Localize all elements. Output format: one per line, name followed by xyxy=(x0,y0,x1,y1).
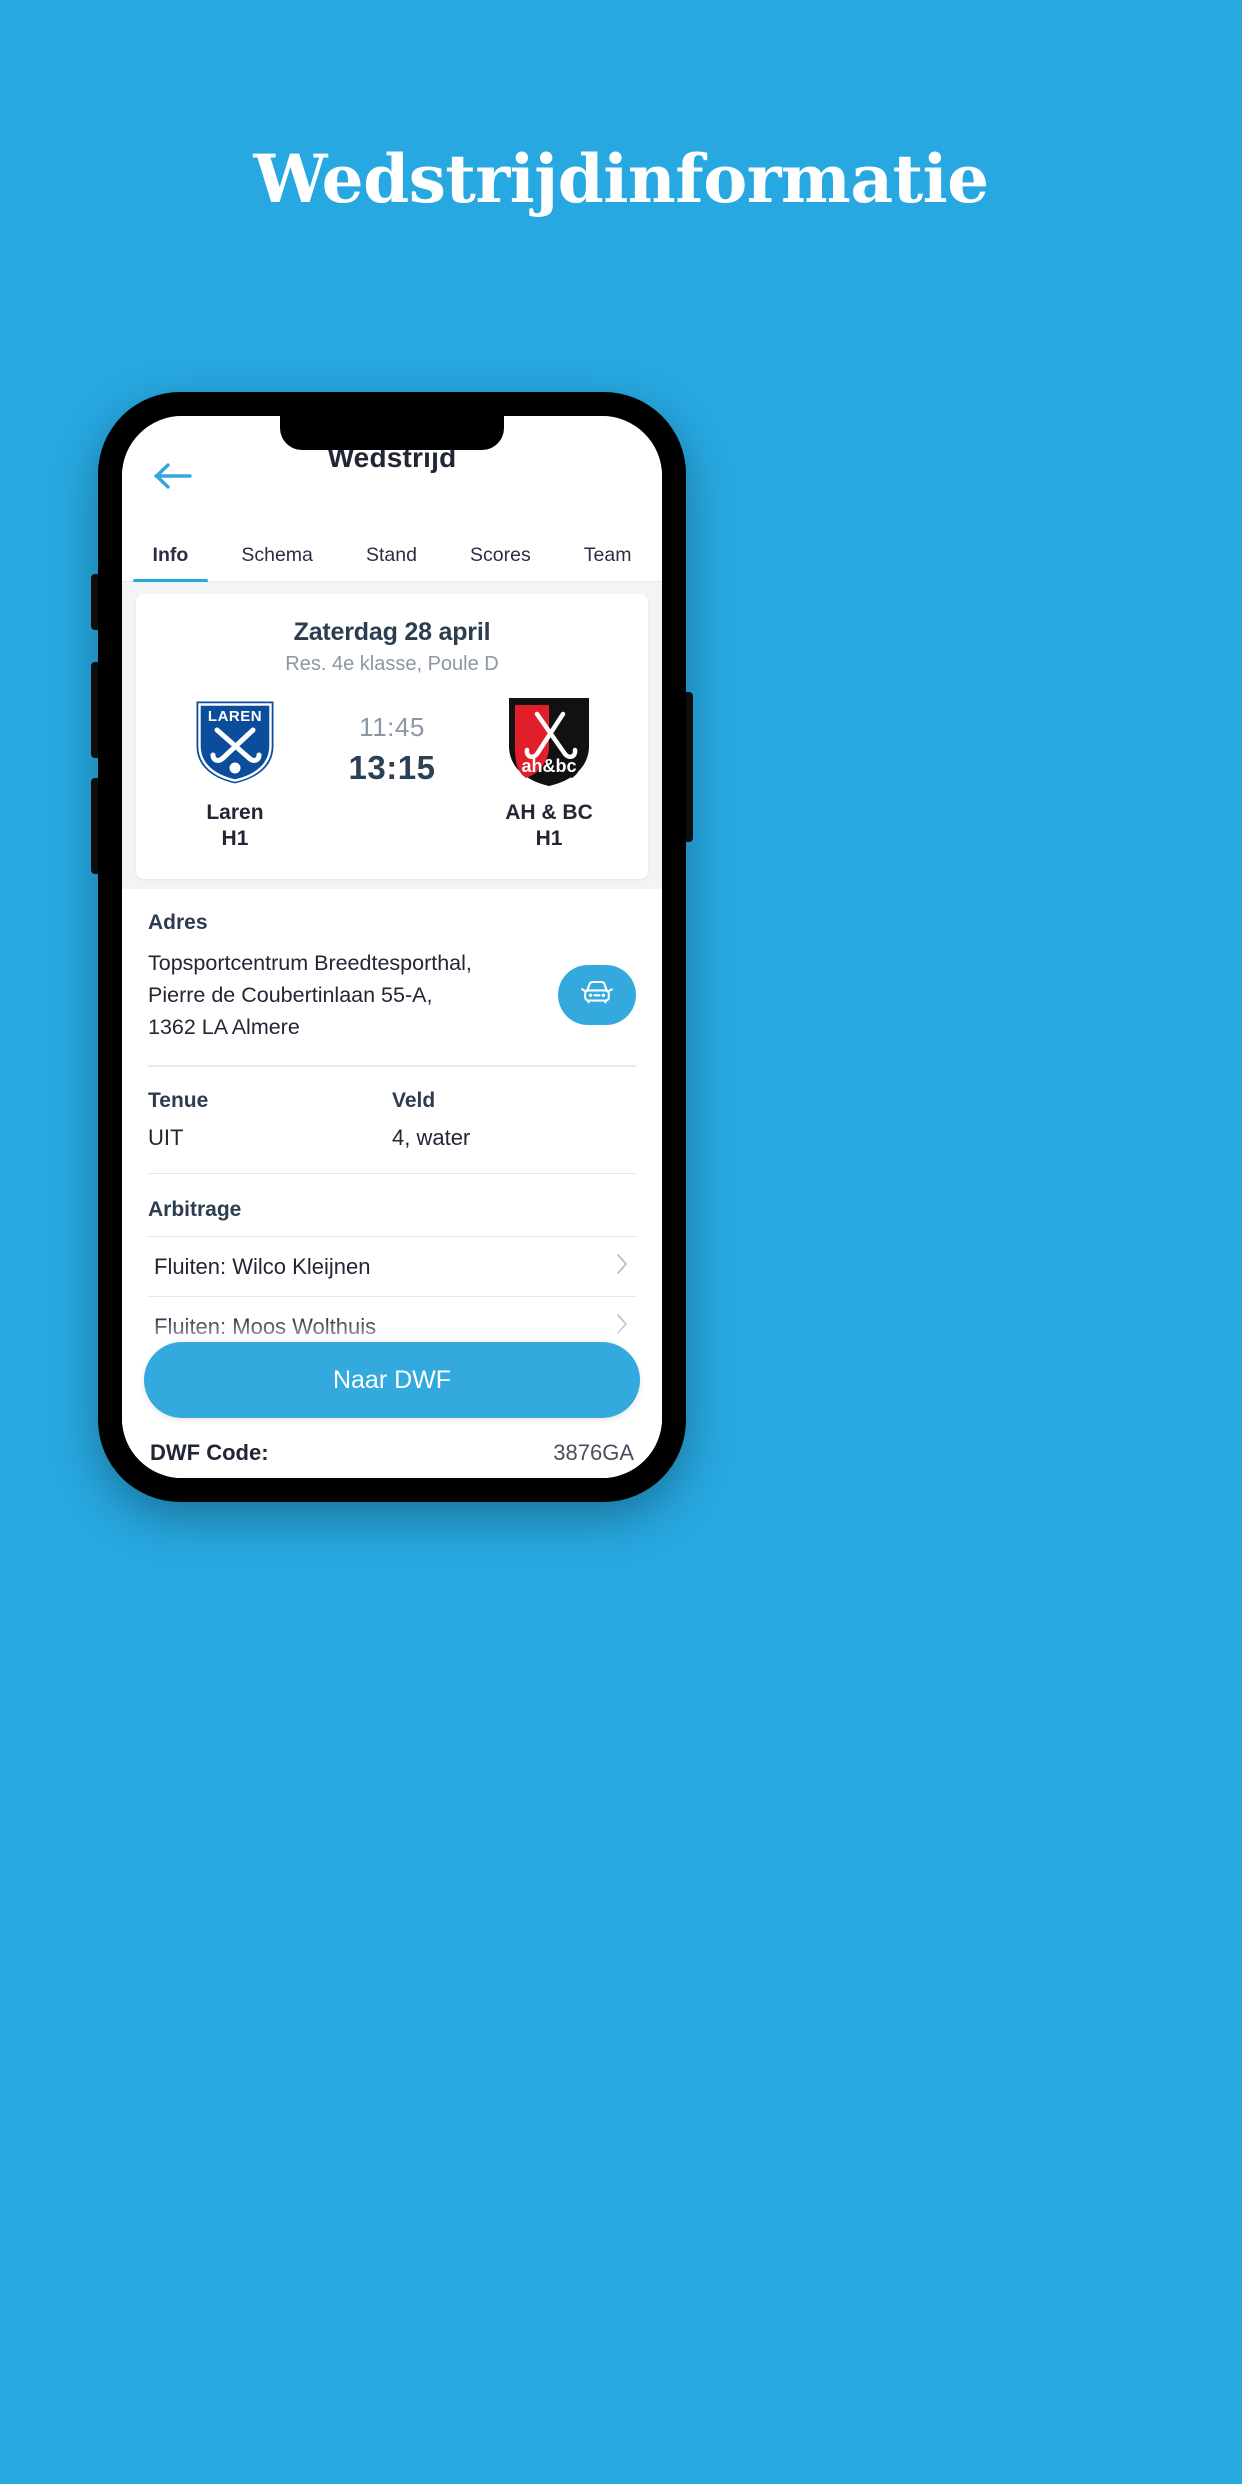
tenue-block: Tenue UIT xyxy=(148,1089,392,1151)
route-button[interactable] xyxy=(558,964,636,1025)
match-teams-row: LAREN Laren H1 11:45 13:15 ah&bc AH & BC… xyxy=(152,696,632,853)
phone-notch xyxy=(280,416,504,450)
tab-scores[interactable]: Scores xyxy=(443,544,557,581)
tab-schema[interactable]: Schema xyxy=(215,544,340,581)
home-team-name: Laren H1 xyxy=(206,801,264,851)
naar-dwf-button[interactable]: Naar DWF xyxy=(144,1342,640,1418)
match-time-block: 11:45 13:15 xyxy=(318,696,466,787)
referee-row-1[interactable]: Fluiten: Wilco Kleijnen xyxy=(148,1236,636,1296)
tenue-label: Tenue xyxy=(148,1088,209,1112)
phone-volume-down-button[interactable] xyxy=(91,778,98,874)
address-value: Topsportcentrum Breedtesporthal, Pierre … xyxy=(148,950,472,1040)
car-icon xyxy=(580,978,614,1011)
match-details-sheet: Adres Topsportcentrum Breedtesporthal, P… xyxy=(122,888,662,1380)
dwf-code-label: DWF Code: xyxy=(150,1440,269,1465)
home-team: LAREN Laren H1 xyxy=(152,696,318,853)
tab-stand[interactable]: Stand xyxy=(339,544,443,581)
cta-footer: Naar DWF DWF Code: 3876GA xyxy=(122,1316,662,1478)
phone-volume-up-button[interactable] xyxy=(91,662,98,758)
away-team-name: AH & BC H1 xyxy=(505,801,593,851)
referee-name: Fluiten: Wilco Kleijnen xyxy=(154,1253,371,1279)
content-scroll-area[interactable]: Zaterdag 28 april Res. 4e klasse, Poule … xyxy=(122,582,662,1478)
page-root: Wedstrijdinformatie Wedstrijd Info Schem… xyxy=(0,0,1242,2484)
divider-after-address xyxy=(148,1065,636,1067)
veld-label: Veld xyxy=(392,1088,436,1112)
address-label: Adres xyxy=(148,910,208,934)
veld-value: 4, water xyxy=(392,1124,471,1150)
dwf-code-value: 3876GA xyxy=(553,1440,634,1465)
divider-after-tenue xyxy=(148,1172,636,1175)
phone-screen: Wedstrijd Info Schema Stand Scores Team … xyxy=(122,416,662,1478)
chevron-right-icon xyxy=(616,1253,628,1280)
phone-device-frame: Wedstrijd Info Schema Stand Scores Team … xyxy=(91,392,693,1502)
dwf-code-row: DWF Code: 3876GA xyxy=(144,1418,640,1466)
match-summary-card: Zaterdag 28 april Res. 4e klasse, Poule … xyxy=(136,594,648,879)
veld-block: Veld 4, water xyxy=(392,1089,636,1151)
page-headline: Wedstrijdinformatie xyxy=(253,140,989,218)
svg-text:LAREN: LAREN xyxy=(208,708,262,725)
address-row: Topsportcentrum Breedtesporthal, Pierre … xyxy=(148,947,636,1044)
match-planned-time: 11:45 xyxy=(359,712,425,742)
ahbc-club-logo: ah&bc xyxy=(466,696,632,788)
arbitrage-label: Arbitrage xyxy=(148,1198,242,1222)
tab-bar: Info Schema Stand Scores Team xyxy=(122,520,662,583)
match-actual-time: 13:15 xyxy=(348,749,436,786)
match-competition: Res. 4e klasse, Poule D xyxy=(285,653,499,675)
phone-silent-switch[interactable] xyxy=(91,574,98,630)
svg-text:ah&bc: ah&bc xyxy=(522,756,577,776)
phone-power-button[interactable] xyxy=(686,692,693,842)
tab-info[interactable]: Info xyxy=(126,544,215,583)
laren-club-logo: LAREN xyxy=(152,696,318,788)
tenue-value: UIT xyxy=(148,1124,184,1150)
match-date: Zaterdag 28 april xyxy=(293,618,491,646)
away-team: ah&bc AH & BC H1 xyxy=(466,696,632,853)
tab-team[interactable]: Team xyxy=(557,544,658,581)
tenue-veld-grid: Tenue UIT Veld 4, water xyxy=(148,1089,636,1151)
